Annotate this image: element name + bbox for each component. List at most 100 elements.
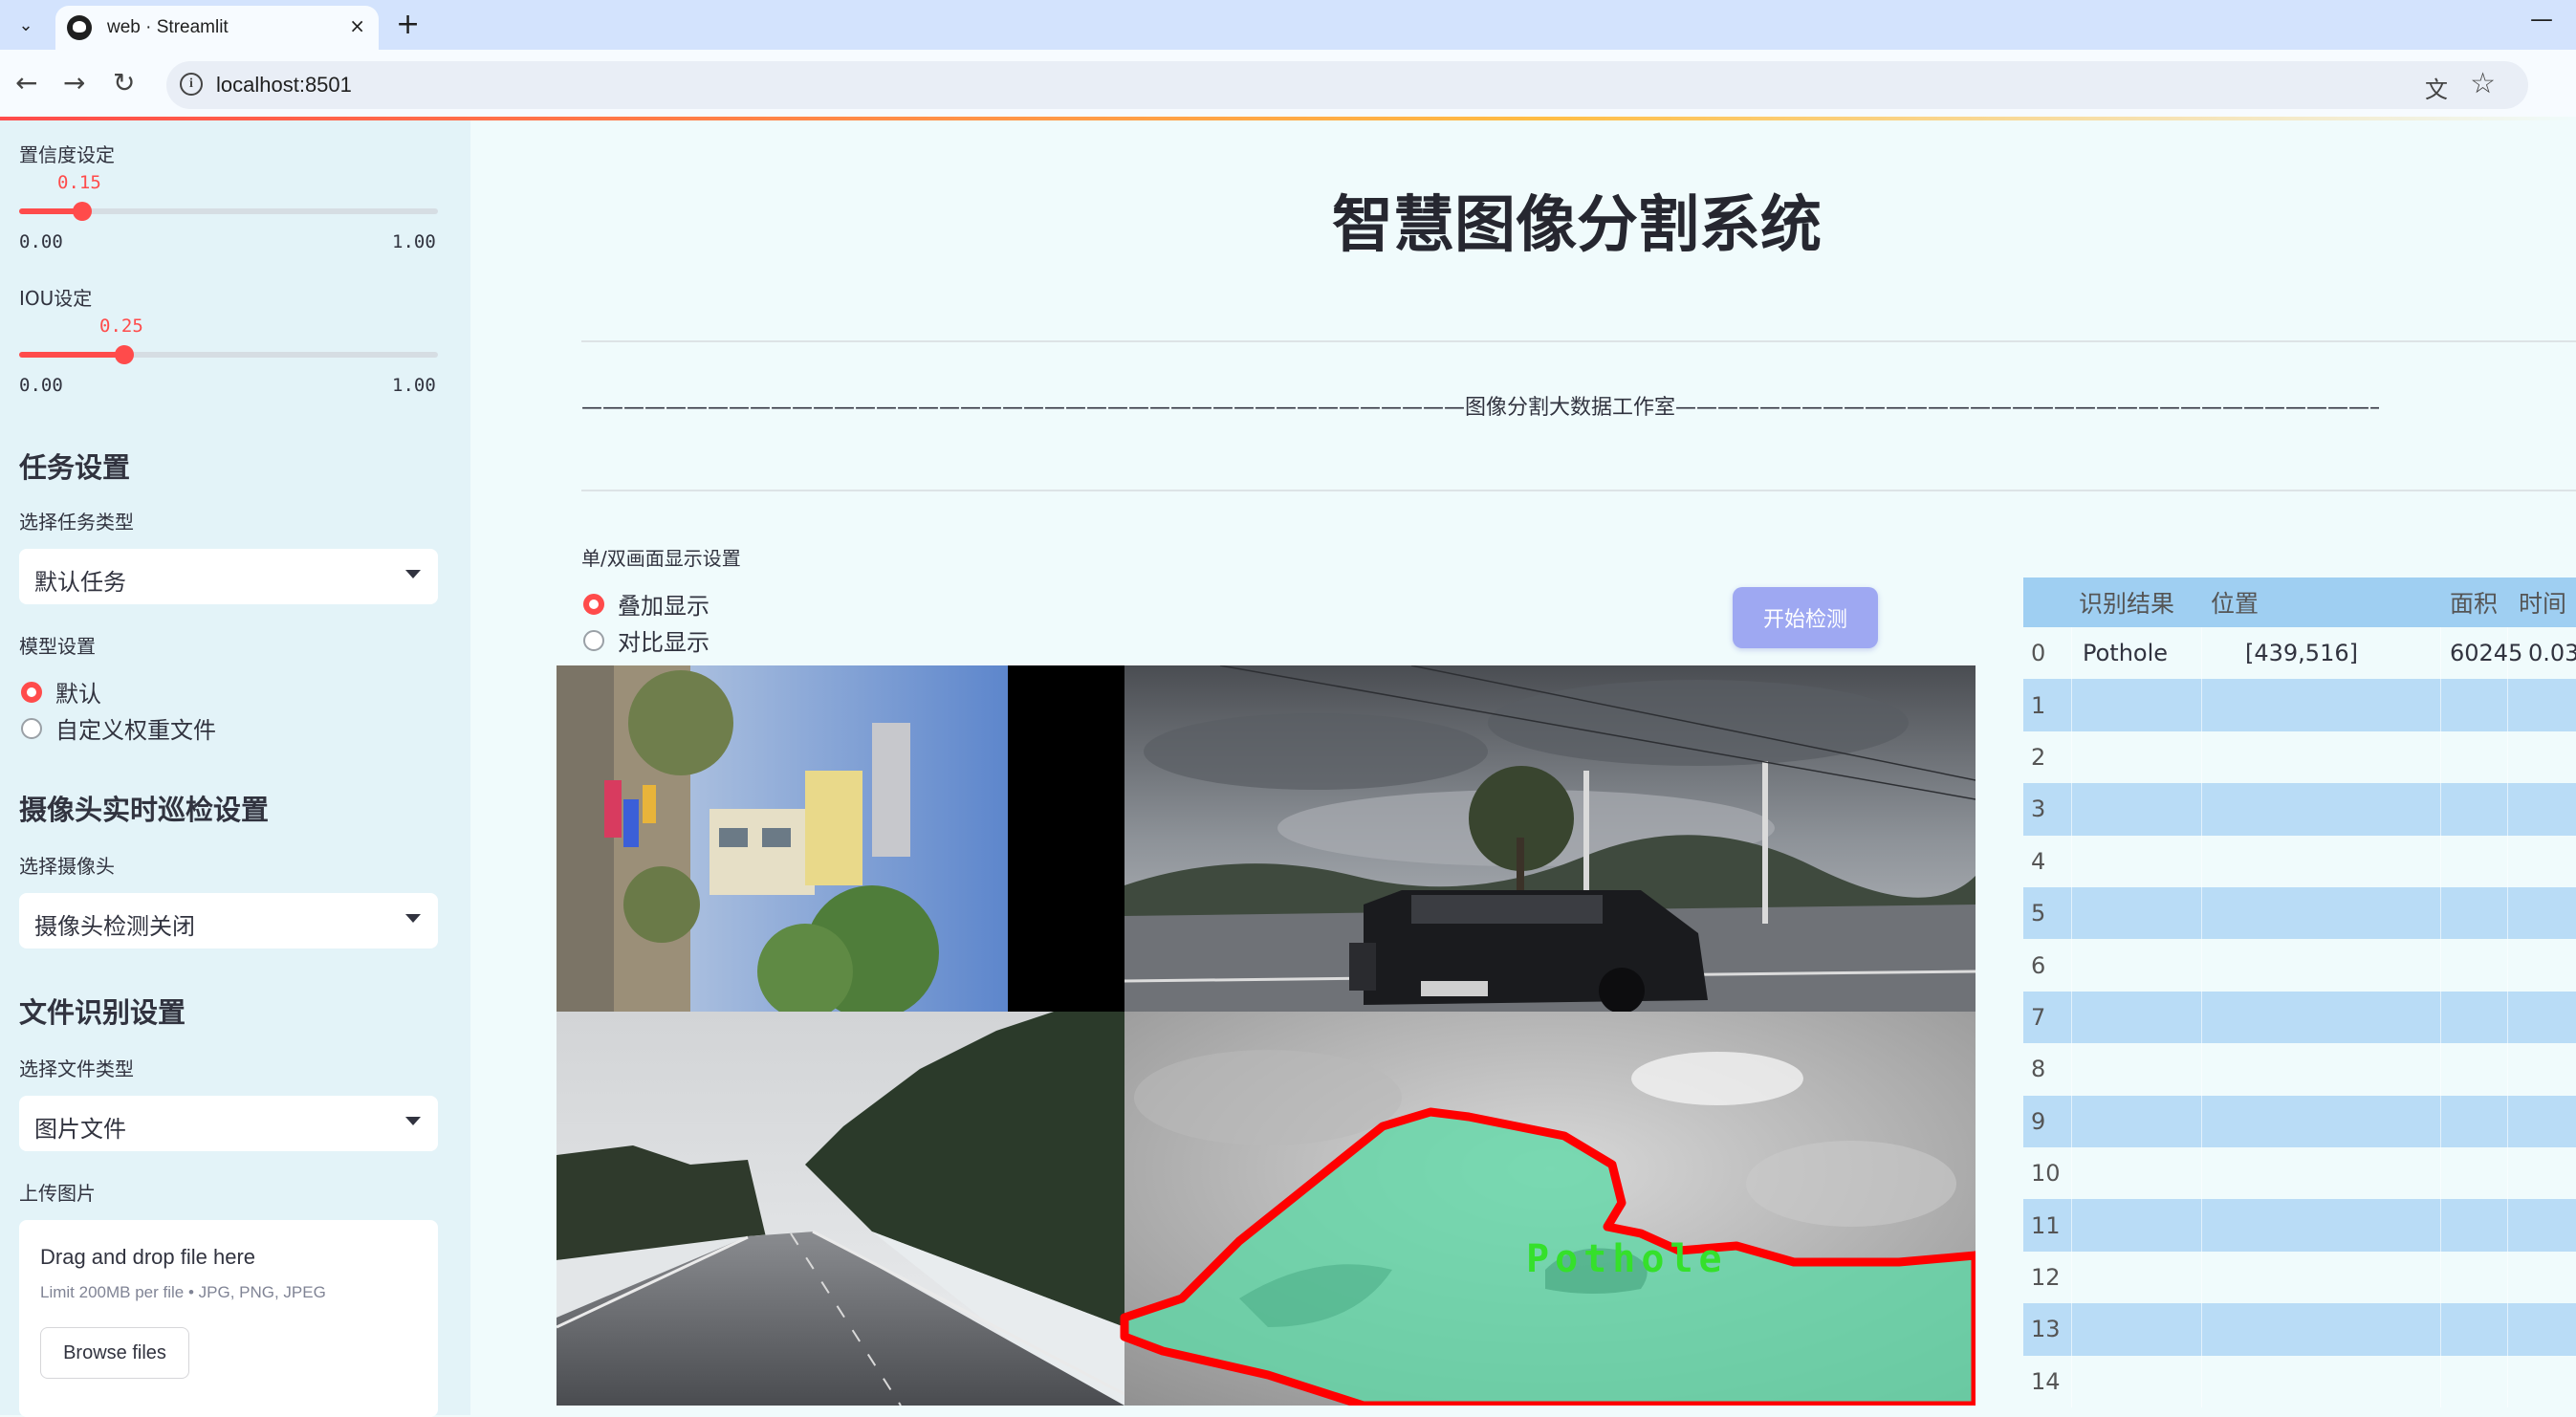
camera-select[interactable]: 摄像头检测关闭 [19,893,438,948]
cell-area[interactable]: 60245 [2450,627,2522,679]
bookmark-star-icon[interactable]: ☆ [2470,67,2496,100]
column-separator [2071,627,2072,680]
file-type-value: 图片文件 [34,1116,126,1143]
column-separator [2071,1147,2072,1200]
divider-top [581,340,2576,342]
column-separator [2507,783,2508,836]
header-area[interactable]: 面积 [2450,578,2498,627]
table-row[interactable]: 12 [2023,1251,2576,1304]
column-separator [2201,939,2202,992]
new-tab-button[interactable]: + [396,8,420,41]
column-separator [2201,1043,2202,1096]
reload-icon[interactable]: ↻ [113,67,135,98]
cell-position[interactable]: [439,516] [2245,627,2358,679]
radio-unselected-icon [21,717,42,739]
column-separator [2201,627,2202,680]
camera-value: 摄像头检测关闭 [34,913,195,940]
confidence-slider[interactable] [19,202,438,221]
row-index: 7 [2031,1003,2046,1031]
address-bar[interactable]: i localhost:8501 文 ☆ [166,61,2528,109]
task-type-label: 选择任务类型 [19,511,134,534]
url-text[interactable]: localhost:8501 [216,73,352,98]
column-separator [2071,1199,2072,1252]
row-index: 12 [2031,1263,2061,1291]
display-mode-label: 单/双画面显示设置 [581,547,741,570]
column-separator [2201,1251,2202,1304]
column-separator [2440,1303,2441,1356]
table-row[interactable]: 5 [2023,887,2576,940]
column-separator [2201,730,2202,784]
confidence-slider-handle[interactable] [72,202,92,221]
cell-time[interactable]: 0.03 [2528,627,2576,679]
column-separator [2201,835,2202,887]
table-row[interactable]: 8 [2023,1043,2576,1096]
column-separator [2071,730,2072,784]
table-row[interactable]: 10 [2023,1147,2576,1200]
table-row[interactable]: 9 [2023,1095,2576,1147]
column-separator [2440,783,2441,836]
table-row[interactable]: 11 [2023,1199,2576,1252]
chevron-down-icon [405,1117,421,1125]
browse-files-button[interactable]: Browse files [40,1327,189,1379]
file-section-heading: 文件识别设置 [19,996,186,1029]
table-row[interactable]: 0 Pothole [439,516] 60245 0.03 [2023,627,2576,680]
back-arrow-icon[interactable]: ← [15,67,37,98]
table-row[interactable]: 3 [2023,783,2576,836]
table-row[interactable]: 1 [2023,679,2576,731]
close-tab-icon[interactable]: × [349,14,365,37]
column-separator [2507,887,2508,940]
table-row[interactable]: 2 [2023,730,2576,784]
row-index: 10 [2031,1160,2061,1188]
model-label: 模型设置 [19,635,96,658]
model-option-default[interactable]: 默认 [21,675,101,708]
display-option-label: 叠加显示 [618,593,709,620]
header-time[interactable]: 时间 [2519,578,2566,627]
table-row[interactable]: 14 [2023,1355,2576,1407]
table-row[interactable]: 7 [2023,991,2576,1044]
header-result[interactable]: 识别结果 [2079,578,2174,627]
model-option-label: 默认 [55,681,101,708]
confidence-min: 0.00 [19,231,63,252]
row-index: 2 [2031,743,2046,771]
table-row[interactable]: 13 [2023,1303,2576,1356]
chevron-down-icon [405,914,421,923]
column-separator [2071,991,2072,1044]
row-index: 14 [2031,1367,2061,1395]
table-row[interactable]: 6 [2023,939,2576,992]
row-index: 5 [2031,900,2046,927]
file-uploader-dropzone[interactable]: Drag and drop file here Limit 200MB per … [19,1220,438,1417]
confidence-label: 置信度设定 [19,143,115,166]
iou-slider[interactable] [19,345,438,364]
start-detection-button[interactable]: 开始检测 [1733,587,1878,648]
row-index: 1 [2031,691,2046,719]
results-table[interactable]: 识别结果 位置 面积 时间 0 Pothole [439,516] 60245 0.03… [2023,578,2576,1415]
header-position[interactable]: 位置 [2211,578,2259,627]
studio-divider-text: ————————————————————————————————————————… [581,396,2379,420]
display-option-compare[interactable]: 对比显示 [583,623,709,657]
iou-slider-fill [19,352,124,358]
column-separator [2201,887,2202,940]
translate-icon[interactable]: 文 [2425,71,2448,104]
task-type-select[interactable]: 默认任务 [19,549,438,604]
forward-arrow-icon[interactable]: → [63,67,85,98]
column-separator [2071,939,2072,992]
model-option-custom[interactable]: 自定义权重文件 [21,711,216,745]
tab-search-menu-icon[interactable]: ⌄ [10,9,42,41]
column-separator [2201,1355,2202,1407]
column-separator [2507,1095,2508,1147]
column-separator [2507,679,2508,731]
row-index: 4 [2031,847,2046,875]
browser-tab[interactable]: web · Streamlit × [55,6,379,50]
site-info-icon[interactable]: i [180,73,203,96]
table-row[interactable]: 4 [2023,835,2576,887]
cell-result[interactable]: Pothole [2083,627,2168,679]
upload-limit-text: Limit 200MB per file • JPG, PNG, JPEG [40,1283,326,1301]
column-separator [2071,679,2072,731]
minimize-window-button[interactable]: — [2530,6,2553,33]
file-type-select[interactable]: 图片文件 [19,1096,438,1151]
iou-slider-handle[interactable] [114,345,134,364]
confidence-value: 0.15 [57,172,101,193]
column-separator [2507,1251,2508,1304]
display-option-overlay[interactable]: 叠加显示 [583,587,709,621]
column-separator [2440,939,2441,992]
